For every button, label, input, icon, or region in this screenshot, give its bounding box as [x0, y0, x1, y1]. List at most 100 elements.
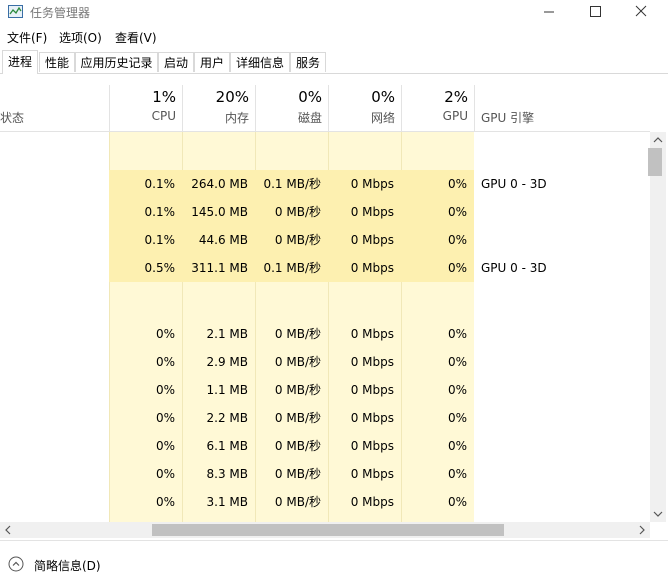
cpu-cell: 0.1% — [109, 226, 182, 254]
menu-view[interactable]: 查看(V) — [115, 29, 157, 46]
process-row[interactable]: 0% 6.1 MB 0 MB/秒 0 Mbps 0% — [0, 432, 650, 460]
header-cpu[interactable]: 1% CPU — [109, 85, 182, 131]
tab-details[interactable]: 详细信息 — [230, 52, 290, 72]
memory-cell: 264.0 MB — [182, 170, 255, 198]
gpu-cell: 0% — [447, 327, 467, 341]
process-row[interactable]: 0% 2.2 MB 0 MB/秒 0 Mbps 0% — [0, 404, 650, 432]
memory-cell: 2.1 MB — [206, 327, 248, 341]
close-button[interactable] — [618, 0, 664, 24]
header-cpu-pct: 1% — [152, 88, 176, 106]
tab-performance[interactable]: 性能 — [39, 52, 75, 72]
process-row[interactable]: 0.1% 145.0 MB 0 MB/秒 0 Mbps 0% — [0, 198, 650, 226]
tab-app-history[interactable]: 应用历史记录 — [75, 52, 158, 72]
gpu-cell: 0% — [447, 383, 467, 397]
process-row[interactable]: 0% 2.9 MB 0 MB/秒 0 Mbps 0% — [0, 348, 650, 376]
scroll-right-icon[interactable] — [634, 522, 650, 538]
scroll-up-icon[interactable] — [650, 132, 666, 148]
maximize-button[interactable] — [572, 0, 618, 24]
header-gpu-pct: 2% — [444, 88, 468, 106]
disk-cell: 0 MB/秒 — [255, 226, 328, 254]
cpu-cell: 0% — [155, 355, 175, 369]
group-header-row[interactable] — [0, 132, 650, 160]
tab-startup[interactable]: 启动 — [158, 52, 194, 72]
memory-cell: 2.9 MB — [206, 355, 248, 369]
network-cell: 0 Mbps — [350, 327, 394, 341]
network-cell: 0 Mbps — [350, 411, 394, 425]
scroll-down-icon[interactable] — [650, 506, 666, 522]
vertical-scrollbar[interactable] — [650, 132, 666, 522]
memory-cell: 2.2 MB — [206, 411, 248, 425]
tab-strip: 进程 性能 应用历史记录 启动 用户 详细信息 服务 — [0, 50, 668, 74]
gpu-cell: 0% — [401, 198, 474, 226]
header-disk-label: 磁盘 — [297, 111, 322, 125]
tab-services[interactable]: 服务 — [290, 52, 326, 72]
process-row[interactable]: 0% 1.1 MB 0 MB/秒 0 Mbps 0% — [0, 376, 650, 404]
disk-cell: 0 MB/秒 — [255, 198, 328, 226]
disk-cell: 0.1 MB/秒 — [255, 254, 328, 282]
network-cell: 0 Mbps — [328, 226, 401, 254]
process-row[interactable]: 0.5% 311.1 MB 0.1 MB/秒 0 Mbps 0% GPU 0 - 3D — [0, 254, 650, 282]
header-disk-pct: 0% — [298, 88, 322, 106]
menu-bar: 文件(F) 选项(O) 查看(V) — [0, 27, 668, 47]
tab-processes[interactable]: 进程 — [2, 50, 38, 74]
menu-options[interactable]: 选项(O) — [59, 29, 102, 46]
minimize-icon — [544, 11, 554, 13]
gpu-cell: 0% — [447, 411, 467, 425]
gpu-cell: 0% — [447, 439, 467, 453]
cpu-cell: 0% — [155, 439, 175, 453]
header-gpu-engine[interactable]: GPU 引擎 — [481, 109, 534, 126]
network-cell: 0 Mbps — [328, 198, 401, 226]
network-cell: 0 Mbps — [350, 495, 394, 509]
header-cpu-label: CPU — [151, 109, 176, 123]
disk-cell: 0 MB/秒 — [274, 439, 321, 453]
header-gpu-label: GPU — [442, 109, 468, 123]
disk-cell: 0 MB/秒 — [274, 495, 321, 509]
gpu-cell: 0% — [401, 226, 474, 254]
menu-file[interactable]: 文件(F) — [7, 29, 47, 46]
disk-cell: 0 MB/秒 — [274, 467, 321, 481]
memory-cell: 145.0 MB — [182, 198, 255, 226]
header-memory[interactable]: 20% 内存 — [182, 85, 255, 131]
network-cell: 0 Mbps — [328, 170, 401, 198]
cpu-cell: 0% — [155, 383, 175, 397]
close-icon — [635, 5, 647, 17]
memory-cell: 311.1 MB — [182, 254, 255, 282]
vertical-scroll-thumb[interactable] — [648, 148, 662, 176]
footer: 简略信息(D) — [0, 540, 668, 584]
gpu-engine-cell: GPU 0 - 3D — [481, 261, 547, 275]
network-cell: 0 Mbps — [350, 439, 394, 453]
gpu-cell: 0% — [447, 467, 467, 481]
process-row[interactable]: 0.1% 264.0 MB 0.1 MB/秒 0 Mbps 0% GPU 0 - 3D — [0, 170, 650, 198]
network-cell: 0 Mbps — [328, 254, 401, 282]
tab-users[interactable]: 用户 — [194, 52, 230, 72]
memory-cell: 8.3 MB — [206, 467, 248, 481]
gpu-cell: 0% — [401, 170, 474, 198]
minimize-button[interactable] — [526, 0, 572, 24]
process-row[interactable]: 0% 8.3 MB 0 MB/秒 0 Mbps 0% — [0, 460, 650, 488]
maximize-icon — [590, 6, 601, 17]
process-row[interactable]: 0.1% 44.6 MB 0 MB/秒 0 Mbps 0% — [0, 226, 650, 254]
header-status[interactable]: 状态 — [0, 109, 24, 126]
process-row[interactable]: 0% 2.1 MB 0 MB/秒 0 Mbps 0% — [0, 320, 650, 348]
chevron-up-circle-icon[interactable] — [8, 556, 24, 572]
network-cell: 0 Mbps — [350, 383, 394, 397]
network-cell: 0 Mbps — [350, 355, 394, 369]
cpu-cell: 0% — [155, 495, 175, 509]
header-divider — [474, 85, 475, 131]
process-row[interactable]: 0% 3.1 MB 0 MB/秒 0 Mbps 0% — [0, 488, 650, 516]
header-gpu[interactable]: 2% GPU — [401, 85, 474, 131]
column-header: 状态 1% CPU 20% 内存 0% 磁盘 0% 网络 2% GPU GPU 引擎 — [0, 85, 650, 132]
memory-cell: 3.1 MB — [206, 495, 248, 509]
header-network[interactable]: 0% 网络 — [328, 85, 401, 131]
header-memory-label: 内存 — [224, 111, 249, 125]
header-network-label: 网络 — [370, 111, 395, 125]
group-header-row[interactable] — [0, 282, 650, 310]
scroll-left-icon[interactable] — [0, 522, 16, 538]
fewer-details-link[interactable]: 简略信息(D) — [34, 557, 101, 574]
horizontal-scroll-thumb[interactable] — [152, 524, 504, 536]
window-title: 任务管理器 — [30, 6, 91, 20]
cpu-cell: 0.1% — [109, 170, 182, 198]
cpu-cell: 0.5% — [109, 254, 182, 282]
header-disk[interactable]: 0% 磁盘 — [255, 85, 328, 131]
gpu-cell: 0% — [401, 254, 474, 282]
